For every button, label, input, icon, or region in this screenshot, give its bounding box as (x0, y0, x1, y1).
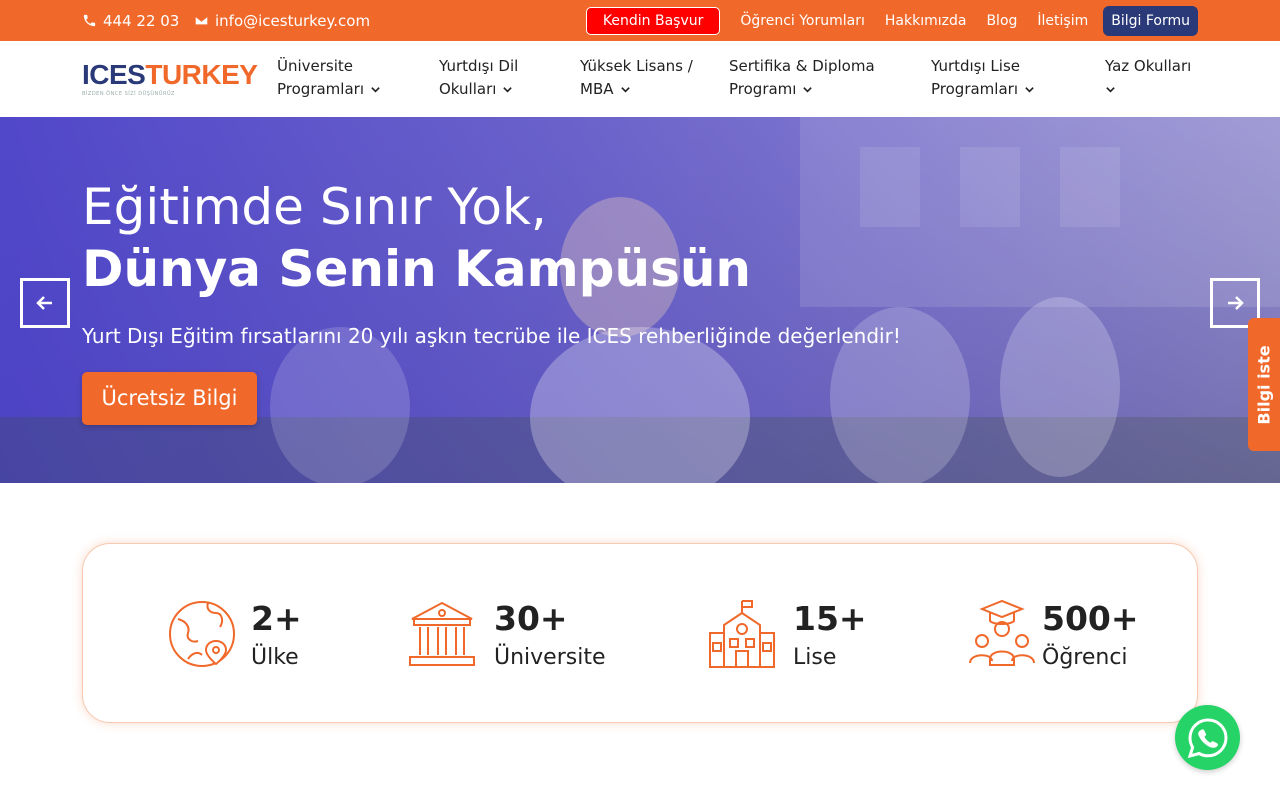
stat-value: 2+ (251, 599, 302, 638)
chevron-down-icon (1106, 87, 1115, 93)
info-form-button[interactable]: Bilgi Formu (1103, 5, 1198, 36)
nav-university-programs[interactable]: Üniversite Programları (277, 55, 381, 101)
nav-label: Yurtdışı Dil (439, 57, 519, 75)
apply-button[interactable]: Kendin Başvur (585, 6, 721, 35)
stats-card: 2+ Ülke 30+ Üniversite 15+ Lise 500+ Öğr… (82, 543, 1198, 723)
email-link[interactable]: info@icesturkey.com (194, 0, 370, 41)
arrow-left-icon (36, 296, 52, 310)
link-contact[interactable]: İletişim (1037, 13, 1088, 29)
chevron-down-icon (371, 87, 380, 93)
free-info-button[interactable]: Ücretsiz Bilgi (82, 372, 257, 425)
logo-turkey: TURKEY (145, 59, 258, 90)
link-student-reviews[interactable]: Öğrenci Yorumları (740, 13, 865, 29)
stat-value: 15+ (793, 599, 867, 638)
top-links: Kendin Başvur Öğrenci Yorumları Hakkımız… (585, 5, 1198, 36)
stat-label: Üniversite (494, 645, 606, 670)
nav-label: Yaz Okulları (1105, 57, 1192, 75)
link-blog[interactable]: Blog (986, 13, 1017, 29)
arrow-right-icon (1228, 296, 1244, 310)
nav-label: Sertifika & Diploma (729, 57, 875, 75)
phone-link[interactable]: 444 22 03 (82, 0, 179, 41)
chevron-down-icon (503, 87, 513, 93)
globe-icon (169, 601, 235, 667)
nav-label: MBA (580, 80, 614, 98)
nav-label: Okulları (439, 80, 497, 98)
stat-label: Öğrenci (1042, 645, 1128, 670)
university-icon (409, 601, 475, 666)
school-icon (709, 600, 775, 668)
hero-title-bold: Dünya Senin Kampüsün (82, 240, 752, 298)
hero-subtitle: Yurt Dışı Eğitim fırsatlarını 20 yılı aş… (82, 324, 901, 348)
nav-masters-mba[interactable]: Yüksek Lisans / MBA (580, 55, 693, 101)
whatsapp-icon (1187, 717, 1228, 758)
nav-high-school-programs[interactable]: Yurtdışı Lise Programları (931, 55, 1035, 101)
slider-prev-button[interactable] (20, 278, 70, 328)
envelope-icon (194, 15, 209, 26)
logo-tagline: BİZDEN ÖNCE SİZİ DÜŞÜNÜRÜZ (82, 91, 175, 97)
nav-label: Programı (729, 80, 797, 98)
main-header: ICESTURKEY BİZDEN ÖNCE SİZİ DÜŞÜNÜRÜZ Ün… (0, 41, 1280, 117)
chevron-down-icon (620, 87, 630, 93)
hero-slider: Eğitimde Sınır Yok, Dünya Senin Kampüsün… (0, 117, 1280, 483)
hero-title: Eğitimde Sınır Yok, (82, 178, 547, 236)
stat-label: Ülke (251, 645, 299, 670)
stat-value: 500+ (1042, 599, 1139, 638)
logo-ices: ICES (82, 59, 146, 90)
request-info-label: Bilgi iste (1254, 344, 1274, 425)
phone-icon (83, 14, 96, 27)
chevron-down-icon (803, 87, 813, 93)
email-address: info@icesturkey.com (215, 11, 371, 30)
nav-label: Programları (931, 80, 1018, 98)
nav-certificate-programs[interactable]: Sertifika & Diploma Programı (729, 55, 875, 101)
students-icon (969, 599, 1035, 666)
nav-label: Üniversite (277, 57, 354, 75)
link-about[interactable]: Hakkımızda (885, 13, 967, 29)
stat-value: 30+ (494, 599, 568, 638)
phone-number: 444 22 03 (103, 11, 180, 30)
nav-label: Programları (277, 80, 364, 98)
nav-label: Yüksek Lisans / (580, 57, 693, 75)
chevron-down-icon (1025, 87, 1034, 93)
nav-label: Yurtdışı Lise (931, 57, 1021, 75)
nav-language-schools[interactable]: Yurtdışı Dil Okulları (439, 55, 518, 101)
whatsapp-button[interactable] (1175, 705, 1240, 770)
request-info-tab[interactable]: Bilgi iste (1248, 318, 1280, 451)
nav-summer-schools[interactable]: Yaz Okulları (1105, 55, 1191, 101)
site-logo[interactable]: ICESTURKEY BİZDEN ÖNCE SİZİ DÜŞÜNÜRÜZ (82, 58, 258, 98)
stat-label: Lise (793, 645, 837, 670)
top-bar: 444 22 03 info@icesturkey.com Kendin Baş… (0, 0, 1280, 41)
